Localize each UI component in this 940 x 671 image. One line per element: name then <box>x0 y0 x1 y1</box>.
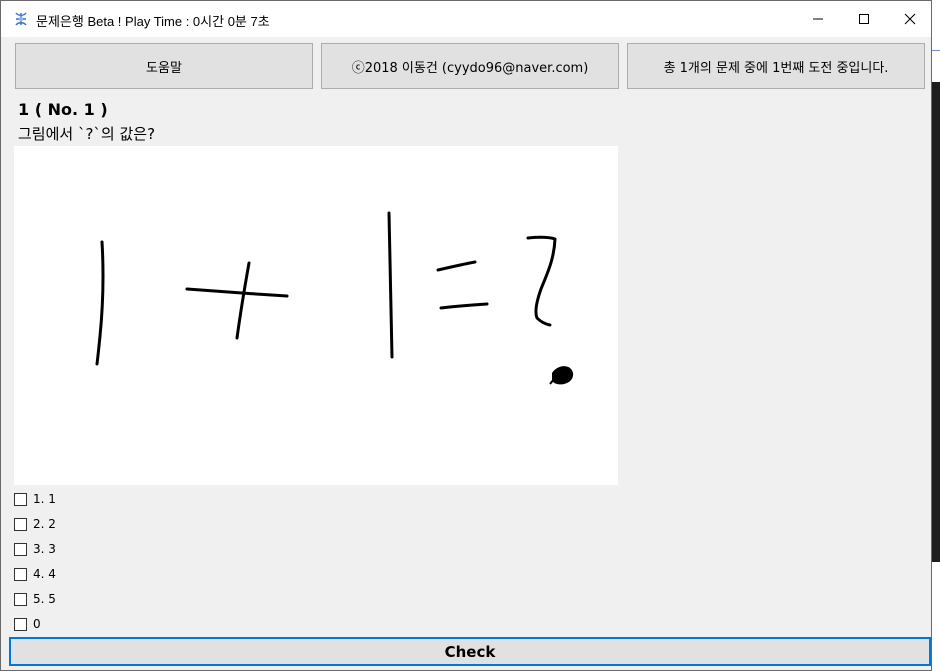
question-number: 1 ( No. 1 ) <box>18 100 108 119</box>
option-1[interactable]: 1. 1 <box>14 491 56 507</box>
option-6-label: 0 <box>33 617 41 631</box>
progress-status-button[interactable]: 총 1개의 문제 중에 1번째 도전 중입니다. <box>627 43 925 89</box>
option-4[interactable]: 4. 4 <box>14 566 56 582</box>
question-text: 그림에서 `?`의 값은? <box>18 125 156 143</box>
option-3[interactable]: 3. 3 <box>14 541 56 557</box>
close-icon <box>904 13 916 25</box>
option-1-label: 1. 1 <box>33 492 56 506</box>
app-icon <box>13 11 29 27</box>
copyright-button[interactable]: ⓒ2018 이동건 (cyydo96@naver.com) <box>321 43 619 89</box>
question-image <box>14 146 618 485</box>
option-5[interactable]: 5. 5 <box>14 591 56 607</box>
option-1-checkbox[interactable] <box>14 492 27 506</box>
option-4-checkbox[interactable] <box>14 567 27 581</box>
maximize-button[interactable] <box>841 1 887 37</box>
app-window: 문제은행 Beta ! Play Time : 0시간 0분 7초 도움말 ⓒ2… <box>0 0 932 671</box>
option-2[interactable]: 2. 2 <box>14 516 56 532</box>
option-2-checkbox[interactable] <box>14 517 27 531</box>
minimize-icon <box>813 18 823 20</box>
option-2-label: 2. 2 <box>33 517 56 531</box>
option-6[interactable]: 0 <box>14 616 41 632</box>
title-bar: 문제은행 Beta ! Play Time : 0시간 0분 7초 <box>1 1 931 37</box>
handwritten-equation-drawing <box>95 211 574 385</box>
option-5-checkbox[interactable] <box>14 592 27 606</box>
option-3-checkbox[interactable] <box>14 542 27 556</box>
check-answer-button[interactable]: Check <box>9 637 931 666</box>
minimize-button[interactable] <box>795 1 841 37</box>
maximize-icon <box>859 14 869 24</box>
background-window-panel <box>931 82 940 562</box>
close-button[interactable] <box>887 1 933 37</box>
option-4-label: 4. 4 <box>33 567 56 581</box>
option-3-label: 3. 3 <box>33 542 56 556</box>
help-button[interactable]: 도움말 <box>15 43 313 89</box>
window-title: 문제은행 Beta ! Play Time : 0시간 0분 7초 <box>36 14 270 29</box>
option-6-checkbox[interactable] <box>14 617 27 631</box>
option-5-label: 5. 5 <box>33 592 56 606</box>
